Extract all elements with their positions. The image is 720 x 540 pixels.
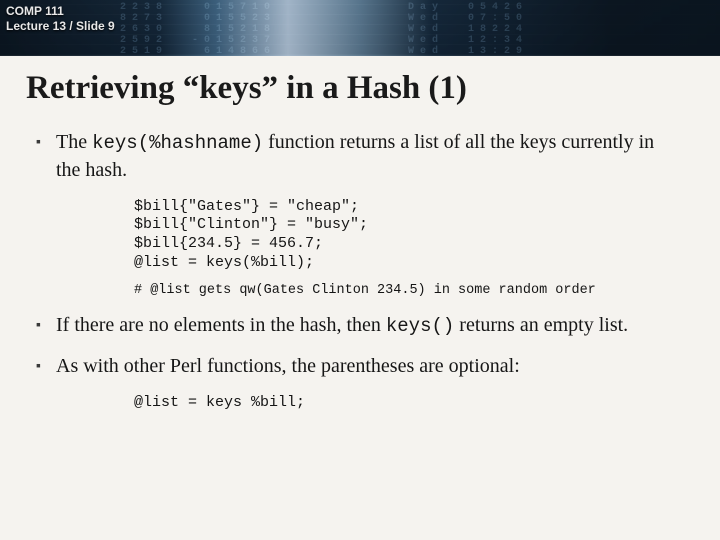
- code-block: @list = keys %bill;: [134, 394, 680, 413]
- slide-banner: 2238 015710 Day 05426 8273 015523 Wed 07…: [0, 0, 720, 56]
- bullet-item: ▪ The keys(%hashname) function returns a…: [34, 129, 680, 184]
- bullet-square-icon: ▪: [34, 312, 56, 340]
- slide-title: Retrieving “keys” in a Hash (1): [0, 56, 720, 109]
- lecture-label: Lecture 13 / Slide 9: [6, 19, 115, 34]
- code-comment: # @list gets qw(Gates Clinton 234.5) in …: [134, 283, 680, 300]
- bullet-text-post: returns an empty list.: [454, 314, 628, 336]
- bullet-item: ▪ As with other Perl functions, the pare…: [34, 353, 680, 380]
- slide-body: ▪ The keys(%hashname) function returns a…: [0, 109, 720, 413]
- bullet-square-icon: ▪: [34, 129, 56, 184]
- code-block: $bill{"Gates"} = "cheap"; $bill{"Clinton…: [134, 198, 680, 273]
- bullet-text-pre: As with other Perl functions, the parent…: [56, 355, 520, 377]
- slide: 2238 015710 Day 05426 8273 015523 Wed 07…: [0, 0, 720, 540]
- bullet-text-pre: If there are no elements in the hash, th…: [56, 314, 386, 336]
- bullet-text-mono: keys(%hashname): [92, 132, 263, 154]
- bullet-text: As with other Perl functions, the parent…: [56, 353, 680, 380]
- bullet-text-pre: The: [56, 131, 92, 153]
- bullet-text: If there are no elements in the hash, th…: [56, 312, 680, 340]
- course-code: COMP 111: [6, 4, 115, 19]
- slide-content: Retrieving “keys” in a Hash (1) ▪ The ke…: [0, 56, 720, 540]
- slide-header: COMP 111 Lecture 13 / Slide 9: [6, 4, 115, 34]
- bullet-text: The keys(%hashname) function returns a l…: [56, 129, 680, 184]
- bullet-item: ▪ If there are no elements in the hash, …: [34, 312, 680, 340]
- bullet-text-mono: keys(): [386, 315, 454, 337]
- bullet-square-icon: ▪: [34, 353, 56, 380]
